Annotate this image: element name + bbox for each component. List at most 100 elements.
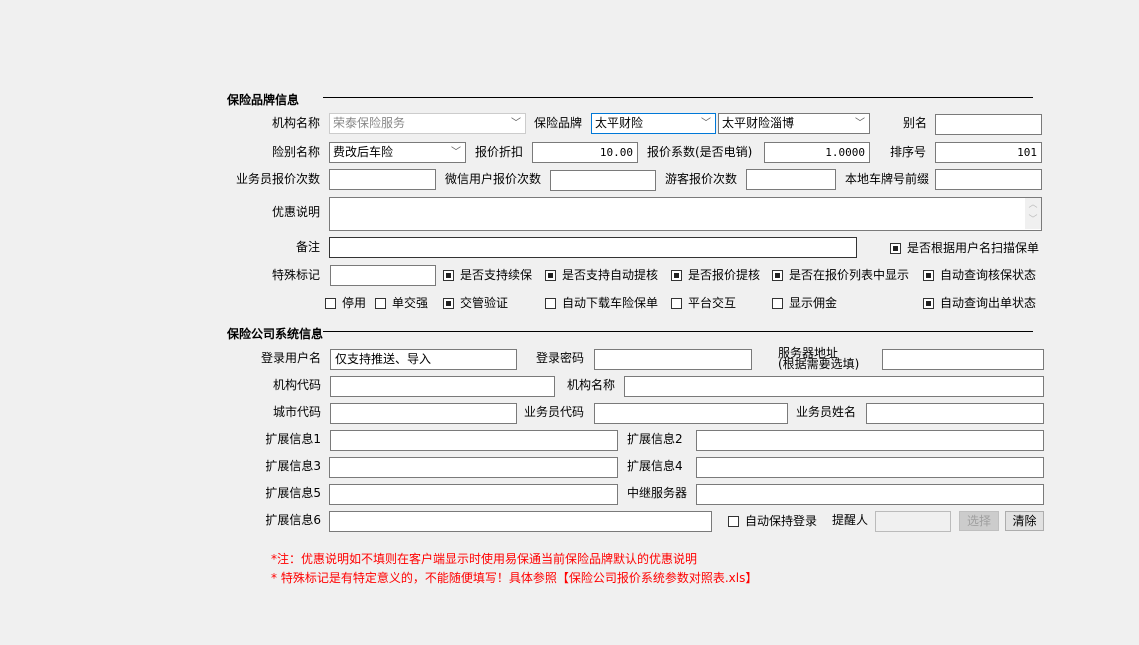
login-user-input[interactable]: 仅支持推送、导入 xyxy=(330,349,517,370)
checkbox-label: 平台交互 xyxy=(688,296,737,310)
agent-name-label: 业务员姓名 xyxy=(796,405,857,419)
discount-label: 报价折扣 xyxy=(475,145,524,159)
login-pwd-input[interactable] xyxy=(594,349,752,370)
sys-org-name-label: 机构名称 xyxy=(567,378,616,392)
clear-button[interactable]: 清除 xyxy=(1005,511,1044,531)
checkbox-disabled[interactable]: 停用 xyxy=(325,296,366,310)
chevron-down-icon: ﹀ xyxy=(855,118,865,129)
agent-name-input[interactable] xyxy=(866,403,1044,424)
checkbox-icon xyxy=(923,297,934,309)
plate-prefix-input[interactable] xyxy=(935,169,1042,190)
checkbox-label: 是否支持续保 xyxy=(460,268,533,282)
checkbox-label: 自动查询核保状态 xyxy=(940,268,1037,282)
type-value: 费改后车险 xyxy=(333,145,394,159)
section-title-system: 保险公司系统信息 xyxy=(227,327,324,341)
checkbox-icon xyxy=(545,269,556,281)
relay-label: 中继服务器 xyxy=(627,486,688,500)
checkbox-platform-interaction[interactable]: 平台交互 xyxy=(671,296,736,310)
sub-brand-combo[interactable]: 太平财险淄博 ﹀ xyxy=(718,113,870,134)
coef-input[interactable]: 1.0000 xyxy=(764,142,870,163)
city-code-input[interactable] xyxy=(330,403,517,424)
divider xyxy=(323,331,1033,332)
checkbox-icon xyxy=(545,297,556,309)
checkbox-icon xyxy=(443,269,454,281)
checkbox-icon xyxy=(671,297,682,309)
wechat-count-label: 微信用户报价次数 xyxy=(445,172,542,186)
select-button[interactable]: 选择 xyxy=(959,511,999,531)
checkbox-label: 是否在报价列表中显示 xyxy=(789,268,910,282)
checkbox-label: 停用 xyxy=(342,296,367,310)
discount-input[interactable]: 10.00 xyxy=(532,142,638,163)
login-user-label: 登录用户名 xyxy=(260,351,321,365)
checkbox-auto-query-underwriting[interactable]: 自动查询核保状态 xyxy=(923,268,1036,282)
relay-input[interactable] xyxy=(696,484,1044,505)
brand-combo[interactable]: 太平财险 ﹀ xyxy=(591,113,716,134)
checkbox-traffic-verify[interactable]: 交管验证 xyxy=(443,296,508,310)
alias-label: 别名 xyxy=(903,116,928,130)
scrollbar[interactable]: ︿ ﹀ xyxy=(1025,198,1041,229)
guest-count-input[interactable] xyxy=(746,169,836,190)
section-title-brand: 保险品牌信息 xyxy=(227,93,300,107)
checkbox-auto-query-issue[interactable]: 自动查询出单状态 xyxy=(923,296,1036,310)
org-name-label: 机构名称 xyxy=(272,116,321,130)
checkbox-icon xyxy=(772,297,783,309)
ext4-label: 扩展信息4 xyxy=(627,459,683,473)
divider xyxy=(323,97,1033,98)
agent-count-input[interactable] xyxy=(329,169,436,190)
type-combo[interactable]: 费改后车险 ﹀ xyxy=(329,142,466,163)
ext2-input[interactable] xyxy=(696,430,1044,451)
checkbox-compulsory-only[interactable]: 单交强 xyxy=(375,296,428,310)
special-label: 特殊标记 xyxy=(272,268,321,282)
reminder-input xyxy=(875,511,951,532)
brand-value: 太平财险 xyxy=(595,116,644,130)
ext5-input[interactable] xyxy=(329,484,618,505)
checkbox-label: 自动保持登录 xyxy=(745,514,818,528)
org-name-value: 荣泰保险服务 xyxy=(333,116,406,130)
checkbox-label: 是否根据用户名扫描保单 xyxy=(907,241,1040,255)
org-code-input[interactable] xyxy=(330,376,555,397)
brand-label: 保险品牌 xyxy=(534,116,583,130)
agent-code-input[interactable] xyxy=(594,403,788,424)
ext6-input[interactable] xyxy=(329,511,712,532)
checkbox-auto-download[interactable]: 自动下载车险保单 xyxy=(545,296,658,310)
checkbox-icon xyxy=(671,269,682,281)
org-code-label: 机构代码 xyxy=(272,378,321,392)
remark-label: 备注 xyxy=(296,240,321,254)
checkbox-show-commission[interactable]: 显示佣金 xyxy=(772,296,837,310)
remark-input[interactable] xyxy=(329,237,857,258)
order-label: 排序号 xyxy=(890,145,927,159)
chevron-down-icon: ﹀ xyxy=(701,118,711,129)
checkbox-show-in-list[interactable]: 是否在报价列表中显示 xyxy=(772,268,909,282)
alias-input[interactable] xyxy=(935,114,1042,135)
ext1-label: 扩展信息1 xyxy=(265,432,321,446)
reminder-label: 提醒人 xyxy=(832,513,869,527)
ext4-input[interactable] xyxy=(696,457,1044,478)
chevron-down-icon: ﹀ xyxy=(511,118,521,129)
checkbox-quote-check[interactable]: 是否报价提核 xyxy=(671,268,760,282)
checkbox-label: 是否报价提核 xyxy=(688,268,761,282)
checkbox-renewal[interactable]: 是否支持续保 xyxy=(443,268,532,282)
checkbox-auto-check[interactable]: 是否支持自动提核 xyxy=(545,268,658,282)
ext2-label: 扩展信息2 xyxy=(627,432,683,446)
agent-count-label: 业务员报价次数 xyxy=(236,172,321,186)
sys-org-name-input[interactable] xyxy=(624,376,1044,397)
checkbox-icon xyxy=(772,269,783,281)
ext5-label: 扩展信息5 xyxy=(265,486,321,500)
ext6-label: 扩展信息6 xyxy=(265,513,321,527)
ext1-input[interactable] xyxy=(330,430,618,451)
city-code-label: 城市代码 xyxy=(272,405,321,419)
coef-label: 报价系数(是否电销) xyxy=(647,145,753,159)
checkbox-label: 自动下载车险保单 xyxy=(562,296,659,310)
order-input[interactable]: 101 xyxy=(935,142,1042,163)
login-pwd-label: 登录密码 xyxy=(536,351,585,365)
ext3-label: 扩展信息3 xyxy=(265,459,321,473)
wechat-count-input[interactable] xyxy=(550,170,656,191)
server-input[interactable] xyxy=(882,349,1044,370)
ext3-input[interactable] xyxy=(329,457,618,478)
checkbox-keep-login[interactable]: 自动保持登录 xyxy=(728,514,817,528)
checkbox-label: 显示佣金 xyxy=(789,296,838,310)
checkbox-scan-by-user[interactable]: 是否根据用户名扫描保单 xyxy=(890,241,1039,255)
checkbox-icon xyxy=(375,297,386,309)
special-input[interactable] xyxy=(330,265,436,286)
promo-textarea[interactable]: ︿ ﹀ xyxy=(329,197,1042,231)
